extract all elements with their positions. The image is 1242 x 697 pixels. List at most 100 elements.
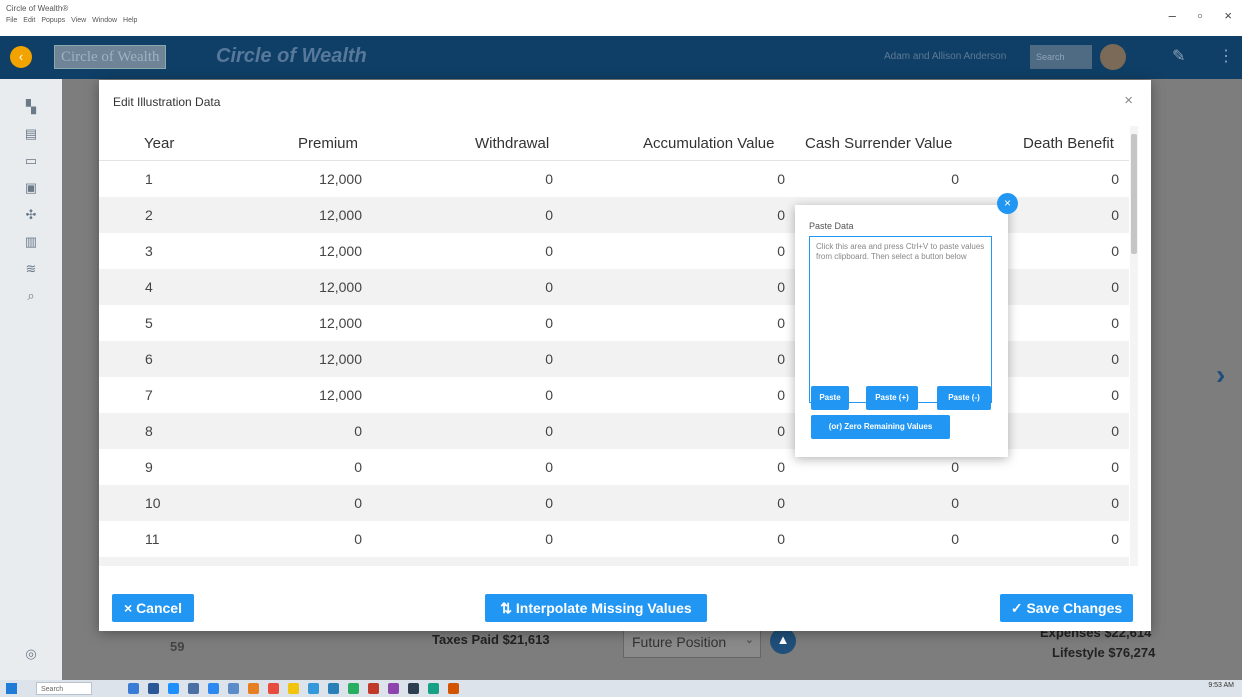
windows-start-icon[interactable]: [6, 683, 17, 694]
cell-accumulation-value[interactable]: 0: [777, 495, 785, 511]
paste-button[interactable]: Paste: [811, 386, 849, 410]
menu-edit[interactable]: Edit: [23, 17, 35, 24]
cell-withdrawal[interactable]: 0: [545, 207, 553, 223]
cell-accumulation-value[interactable]: 0: [777, 207, 785, 223]
cell-premium[interactable]: 12,000: [319, 243, 362, 259]
cell-year[interactable]: 3: [145, 243, 153, 259]
taskbar-app-icon[interactable]: [168, 683, 179, 694]
popup-close-icon[interactable]: ×: [997, 193, 1018, 214]
taskbar-search-input[interactable]: Search: [36, 682, 92, 695]
cell-death-benefit[interactable]: 0: [1111, 459, 1119, 475]
pencil-icon[interactable]: ✎: [1172, 46, 1185, 66]
cell-year[interactable]: 10: [145, 495, 161, 511]
cell-death-benefit[interactable]: 0: [1111, 351, 1119, 367]
close-icon[interactable]: ×: [1124, 92, 1133, 109]
more-vertical-icon[interactable]: ⋮: [1218, 46, 1234, 66]
header-search-input[interactable]: Search: [1030, 45, 1092, 69]
cell-year[interactable]: 7: [145, 387, 153, 403]
cell-accumulation-value[interactable]: 0: [777, 387, 785, 403]
cell-withdrawal[interactable]: 0: [545, 423, 553, 439]
network-icon[interactable]: ✣: [22, 207, 40, 225]
cell-withdrawal[interactable]: 0: [545, 243, 553, 259]
taskbar-app-icon[interactable]: [148, 683, 159, 694]
presentation-icon[interactable]: ▣: [22, 180, 40, 198]
taskbar-app-icon[interactable]: [448, 683, 459, 694]
table-row[interactable]: 1 12,000 0 0 0 0: [99, 161, 1129, 197]
taskbar-app-icon[interactable]: [308, 683, 319, 694]
cell-accumulation-value[interactable]: 0: [777, 531, 785, 547]
paste-data-textarea[interactable]: Click this area and press Ctrl+V to past…: [809, 236, 992, 403]
cell-year[interactable]: 2: [145, 207, 153, 223]
cell-premium[interactable]: 12,000: [319, 315, 362, 331]
interpolate-missing-values-button[interactable]: ⇅ Interpolate Missing Values: [485, 594, 707, 622]
cell-death-benefit[interactable]: 0: [1111, 531, 1119, 547]
cell-withdrawal[interactable]: 0: [545, 171, 553, 187]
cell-accumulation-value[interactable]: 0: [777, 315, 785, 331]
cell-accumulation-value[interactable]: 0: [777, 243, 785, 259]
taskbar-app-icon[interactable]: [288, 683, 299, 694]
cancel-button[interactable]: × Cancel: [112, 594, 194, 622]
cell-premium[interactable]: 0: [354, 531, 362, 547]
table-row[interactable]: 11 0 0 0 0 0: [99, 521, 1129, 557]
taskbar-app-icon[interactable]: [268, 683, 279, 694]
grid-scrollbar[interactable]: [1130, 126, 1138, 566]
cell-year[interactable]: 8: [145, 423, 153, 439]
table-row[interactable]: 1200000: [99, 557, 1129, 566]
dashboard-icon[interactable]: ▚: [22, 99, 40, 117]
cell-death-benefit[interactable]: 0: [1111, 243, 1119, 259]
save-changes-button[interactable]: ✓ Save Changes: [1000, 594, 1133, 622]
cell-death-benefit[interactable]: 0: [1111, 387, 1119, 403]
cell-death-benefit[interactable]: 0: [1111, 171, 1119, 187]
cell-premium[interactable]: 0: [354, 459, 362, 475]
cell-death-benefit[interactable]: 0: [1111, 495, 1119, 511]
cell-premium[interactable]: 12,000: [319, 387, 362, 403]
table-row[interactable]: 10 0 0 0 0 0: [99, 485, 1129, 521]
camera-icon[interactable]: ◎: [22, 646, 40, 664]
document-icon[interactable]: ▥: [22, 234, 40, 252]
cell-accumulation-value[interactable]: 0: [777, 171, 785, 187]
cell-accumulation-value[interactable]: 0: [777, 351, 785, 367]
cell-year[interactable]: 9: [145, 459, 153, 475]
menu-help[interactable]: Help: [123, 17, 137, 24]
taskbar-app-icon[interactable]: [368, 683, 379, 694]
cell-cash-surrender-value[interactable]: 0: [951, 495, 959, 511]
scrollbar-thumb[interactable]: [1131, 134, 1137, 254]
close-window-button[interactable]: ×: [1224, 8, 1232, 23]
taskbar-app-icon[interactable]: [348, 683, 359, 694]
cell-withdrawal[interactable]: 0: [545, 351, 553, 367]
cell-cash-surrender-value[interactable]: 0: [951, 459, 959, 475]
cell-withdrawal[interactable]: 0: [545, 315, 553, 331]
cell-death-benefit[interactable]: 0: [1111, 279, 1119, 295]
cell-cash-surrender-value[interactable]: 0: [951, 171, 959, 187]
cell-accumulation-value[interactable]: 0: [777, 279, 785, 295]
search-zoom-icon[interactable]: ⌕: [22, 288, 40, 306]
cell-death-benefit[interactable]: 0: [1111, 207, 1119, 223]
database-icon[interactable]: ▤: [22, 126, 40, 144]
cell-year[interactable]: 4: [145, 279, 153, 295]
cell-premium[interactable]: 0: [354, 423, 362, 439]
chevron-right-icon[interactable]: ›: [1216, 359, 1225, 391]
cell-withdrawal[interactable]: 0: [545, 495, 553, 511]
menu-file[interactable]: File: [6, 17, 17, 24]
cell-death-benefit[interactable]: 0: [1111, 423, 1119, 439]
cell-withdrawal[interactable]: 0: [545, 531, 553, 547]
back-button[interactable]: ‹: [10, 46, 32, 68]
feed-icon[interactable]: ≋: [22, 261, 40, 279]
cell-year[interactable]: 5: [145, 315, 153, 331]
minimize-button[interactable]: –: [1169, 8, 1176, 23]
cell-cash-surrender-value[interactable]: 0: [951, 531, 959, 547]
cell-death-benefit[interactable]: 0: [1111, 315, 1119, 331]
cell-withdrawal[interactable]: 0: [545, 387, 553, 403]
menu-window[interactable]: Window: [92, 17, 117, 24]
taskbar-app-icon[interactable]: [208, 683, 219, 694]
menu-view[interactable]: View: [71, 17, 86, 24]
taskbar-app-icon[interactable]: [428, 683, 439, 694]
cell-premium[interactable]: 12,000: [319, 279, 362, 295]
cell-premium[interactable]: 0: [354, 495, 362, 511]
cell-withdrawal[interactable]: 0: [545, 459, 553, 475]
cell-year[interactable]: 1: [145, 171, 153, 187]
paste-minus-button[interactable]: Paste (-): [937, 386, 991, 410]
cell-accumulation-value[interactable]: 0: [777, 423, 785, 439]
zero-remaining-values-button[interactable]: (or) Zero Remaining Values: [811, 415, 950, 439]
warning-icon[interactable]: ▲: [770, 628, 796, 654]
